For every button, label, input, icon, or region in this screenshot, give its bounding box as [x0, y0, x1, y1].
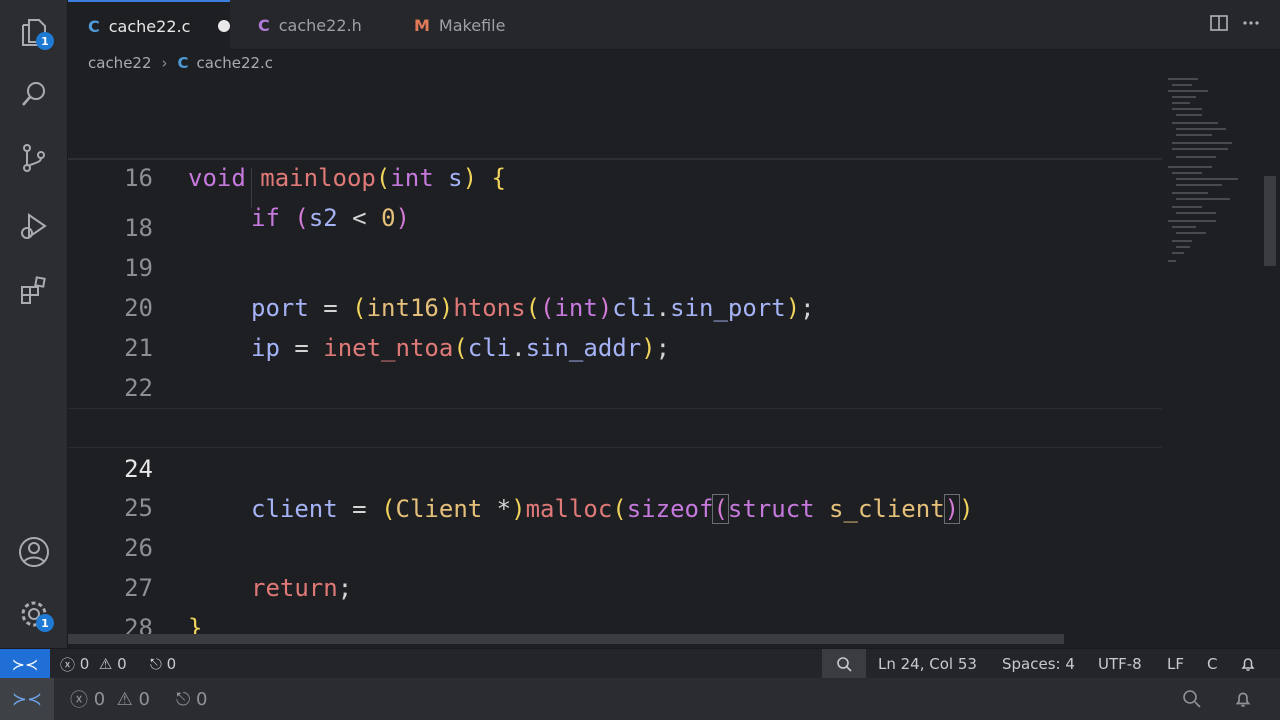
ports-count: 0	[195, 688, 208, 710]
error-count: 0	[93, 688, 106, 710]
eol-setting[interactable]: LF	[1167, 649, 1184, 679]
tab-bar: C cache22.c C cache22.h M Makefile	[68, 0, 1280, 50]
ports-count: 0	[166, 655, 177, 673]
breadcrumb-file[interactable]: cache22.c	[197, 54, 274, 72]
ports-icon: ⎋	[176, 688, 191, 710]
more-actions-icon[interactable]	[1242, 14, 1260, 37]
chevron-right-icon: ›	[161, 54, 168, 72]
current-code-line[interactable]: 24 client = (Client *)malloc(sizeof(stru…	[68, 408, 1162, 524]
code-line[interactable]: 21	[68, 288, 1162, 362]
minimap[interactable]	[1162, 76, 1262, 648]
code-line[interactable]: 18	[68, 168, 1162, 242]
zoom-search-icon[interactable]	[1182, 678, 1202, 720]
search-icon[interactable]	[14, 74, 54, 114]
code-line[interactable]: 28	[68, 568, 1162, 642]
ports-indicator[interactable]: ⎋ 0	[150, 649, 176, 679]
error-count: 0	[79, 655, 90, 673]
tab-cache22-c[interactable]: C cache22.c	[68, 0, 230, 50]
code-line[interactable]: 25	[68, 448, 1162, 522]
warning-count: 0	[117, 655, 127, 673]
notifications-bell-icon[interactable]	[1240, 649, 1256, 679]
warning-icon: ⚠	[116, 688, 133, 710]
source-control-icon[interactable]	[14, 138, 54, 178]
ports-indicator[interactable]: ⎋ 0	[176, 678, 207, 720]
tab-label: cache22.c	[108, 16, 191, 36]
indentation-setting[interactable]: Spaces: 4	[1002, 649, 1075, 679]
error-icon: ⓧ	[60, 655, 76, 674]
breadcrumb-folder[interactable]: cache22	[88, 54, 152, 72]
secondary-status-bar: ≻≺ ⓧ 0 ⚠ 0 ⎋ 0	[0, 678, 1280, 720]
code-editor[interactable]: 6 void mainloop(int s) { 16 if (s2 < 0) …	[68, 76, 1280, 648]
makefile-icon: M	[414, 15, 430, 35]
run-debug-icon[interactable]	[14, 206, 54, 246]
status-bar: ≻≺ ⓧ 0 ⚠ 0 ⎋ 0 Ln 24, Col 53 Spaces: 4 U…	[0, 648, 1280, 679]
code-line[interactable]: 20 ip = inet_ntoa(cli.sin_addr);	[68, 248, 1162, 362]
split-editor-icon[interactable]	[1210, 14, 1228, 37]
warning-icon: ⚠	[98, 655, 113, 673]
account-icon[interactable]	[14, 532, 54, 572]
explorer-badge: 1	[36, 32, 54, 50]
c-file-icon: C	[177, 54, 189, 72]
breadcrumb: cache22 › C cache22.c	[68, 50, 1280, 76]
sticky-line[interactable]: 16 if (s2 < 0)	[68, 118, 1162, 232]
extensions-icon[interactable]	[14, 270, 54, 310]
sticky-line[interactable]: 6 void mainloop(int s) {	[68, 78, 1162, 192]
code-line[interactable]: 26 return;	[68, 488, 1162, 602]
unsaved-dot-icon[interactable]	[218, 20, 230, 32]
cursor-position[interactable]: Ln 24, Col 53	[878, 649, 977, 679]
encoding-setting[interactable]: UTF-8	[1098, 649, 1142, 679]
activity-bar: 1 1	[0, 0, 68, 648]
settings-gear-icon[interactable]: 1	[14, 594, 54, 634]
tab-makefile[interactable]: M Makefile	[394, 0, 544, 50]
problems-indicator[interactable]: ⓧ 0 ⚠ 0	[60, 649, 127, 679]
remote-indicator-icon[interactable]: ≻≺	[0, 678, 54, 720]
language-mode[interactable]: C	[1207, 649, 1217, 679]
remote-indicator-icon[interactable]: ≻≺	[0, 649, 50, 679]
sticky-scroll-divider	[68, 158, 1162, 160]
horizontal-scrollbar[interactable]	[68, 634, 1064, 644]
explorer-icon[interactable]: 1	[14, 12, 54, 52]
settings-badge: 1	[36, 614, 54, 632]
ports-icon: ⎋	[150, 655, 162, 673]
code-line[interactable]: 23	[68, 368, 1162, 442]
zoom-search-icon[interactable]	[822, 649, 866, 679]
code-line[interactable]: 27 }	[68, 528, 1162, 642]
vertical-scrollbar[interactable]	[1264, 176, 1276, 266]
tab-cache22-h[interactable]: C cache22.h	[238, 0, 388, 50]
c-file-icon: C	[88, 16, 100, 36]
tab-label: cache22.h	[278, 15, 362, 35]
error-icon: ⓧ	[70, 690, 88, 711]
code-line[interactable]: 19 port = (int16)htons((int)cli.sin_port…	[68, 208, 1162, 322]
tab-actions	[1210, 14, 1260, 37]
notifications-bell-icon[interactable]	[1234, 678, 1252, 720]
problems-indicator[interactable]: ⓧ 0 ⚠ 0	[70, 678, 150, 720]
code-line[interactable]: 22 printf("Connection from %s:%d\n", ip,…	[68, 328, 1162, 442]
tab-label: Makefile	[438, 15, 506, 35]
c-header-file-icon: C	[258, 15, 270, 35]
warning-count: 0	[138, 688, 150, 710]
